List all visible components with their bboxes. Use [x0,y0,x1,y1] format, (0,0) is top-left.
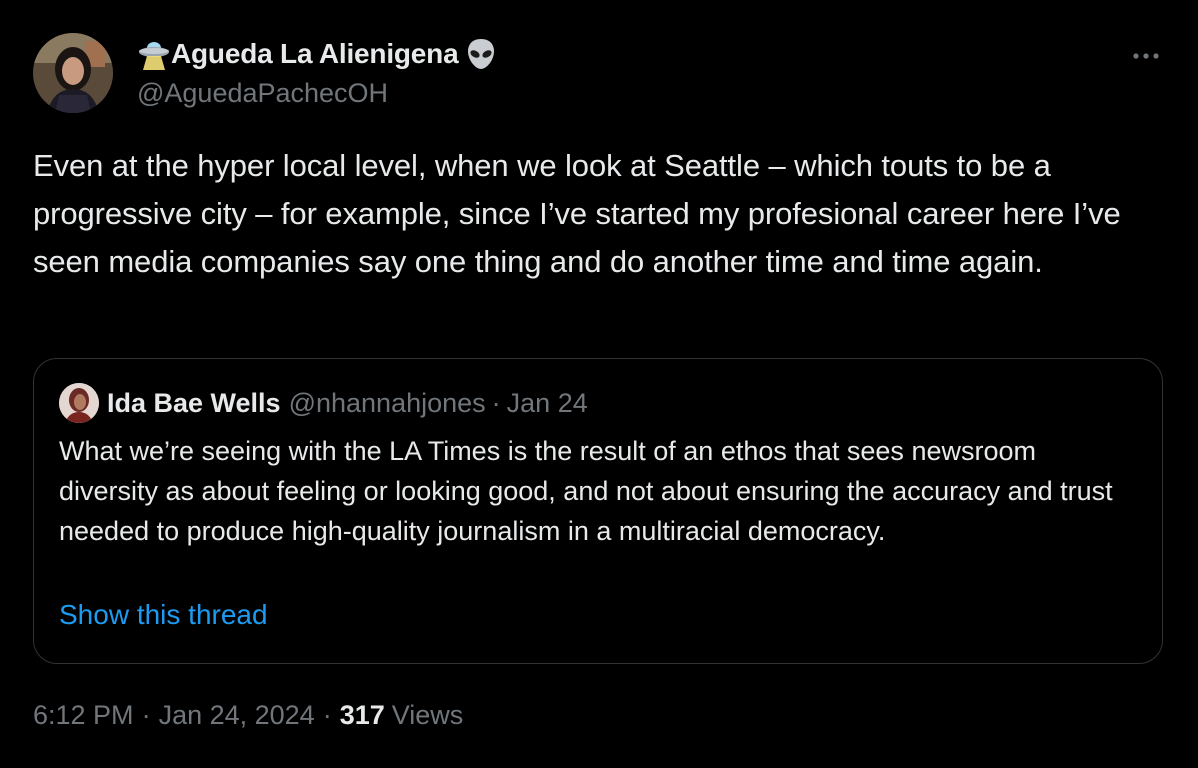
quoted-tweet[interactable]: Ida Bae Wells @nhannahjones · Jan 24 Wha… [33,358,1163,664]
tweet-date[interactable]: Jan 24, 2024 [159,700,315,731]
author-handle[interactable]: @AguedaPachecOH [137,78,388,109]
views-label: Views [391,700,464,730]
tweet-footer: 6:12 PM · Jan 24, 2024 · 317 Views [33,700,463,731]
quoted-avatar-image [59,383,99,423]
tweet-text: Even at the hyper local level, when we l… [33,148,1121,279]
avatar-image [33,33,113,113]
footer-separator: · [322,700,332,730]
author-name: Agueda La Alienigena [171,38,459,69]
tweet-time[interactable]: 6:12 PM [33,700,134,731]
author-avatar[interactable] [33,33,113,113]
quoted-tweet-header: Ida Bae Wells @nhannahjones · Jan 24 [59,381,588,425]
tweet: Agueda La Alienigena @AguedaPachecOH Eve… [0,0,1198,768]
quoted-author-name: Ida Bae Wells [107,387,281,418]
quoted-tweet-date: Jan 24 [506,387,588,418]
more-options-button[interactable] [1126,44,1166,68]
show-thread-link[interactable]: Show this thread [59,599,268,631]
quoted-meta-separator: · [491,387,501,418]
author-name-row[interactable]: Agueda La Alienigena [137,36,498,72]
views-count: 317 [339,700,385,730]
quoted-author-handle: @nhannahjones [288,387,486,418]
quoted-tweet-text: What we’re seeing with the LA Times is t… [59,436,1113,546]
quoted-author-avatar [59,383,99,423]
alien-emoji-icon [464,37,498,71]
footer-separator: · [141,700,151,730]
more-icon [1133,53,1159,59]
ufo-emoji-icon [137,37,171,71]
